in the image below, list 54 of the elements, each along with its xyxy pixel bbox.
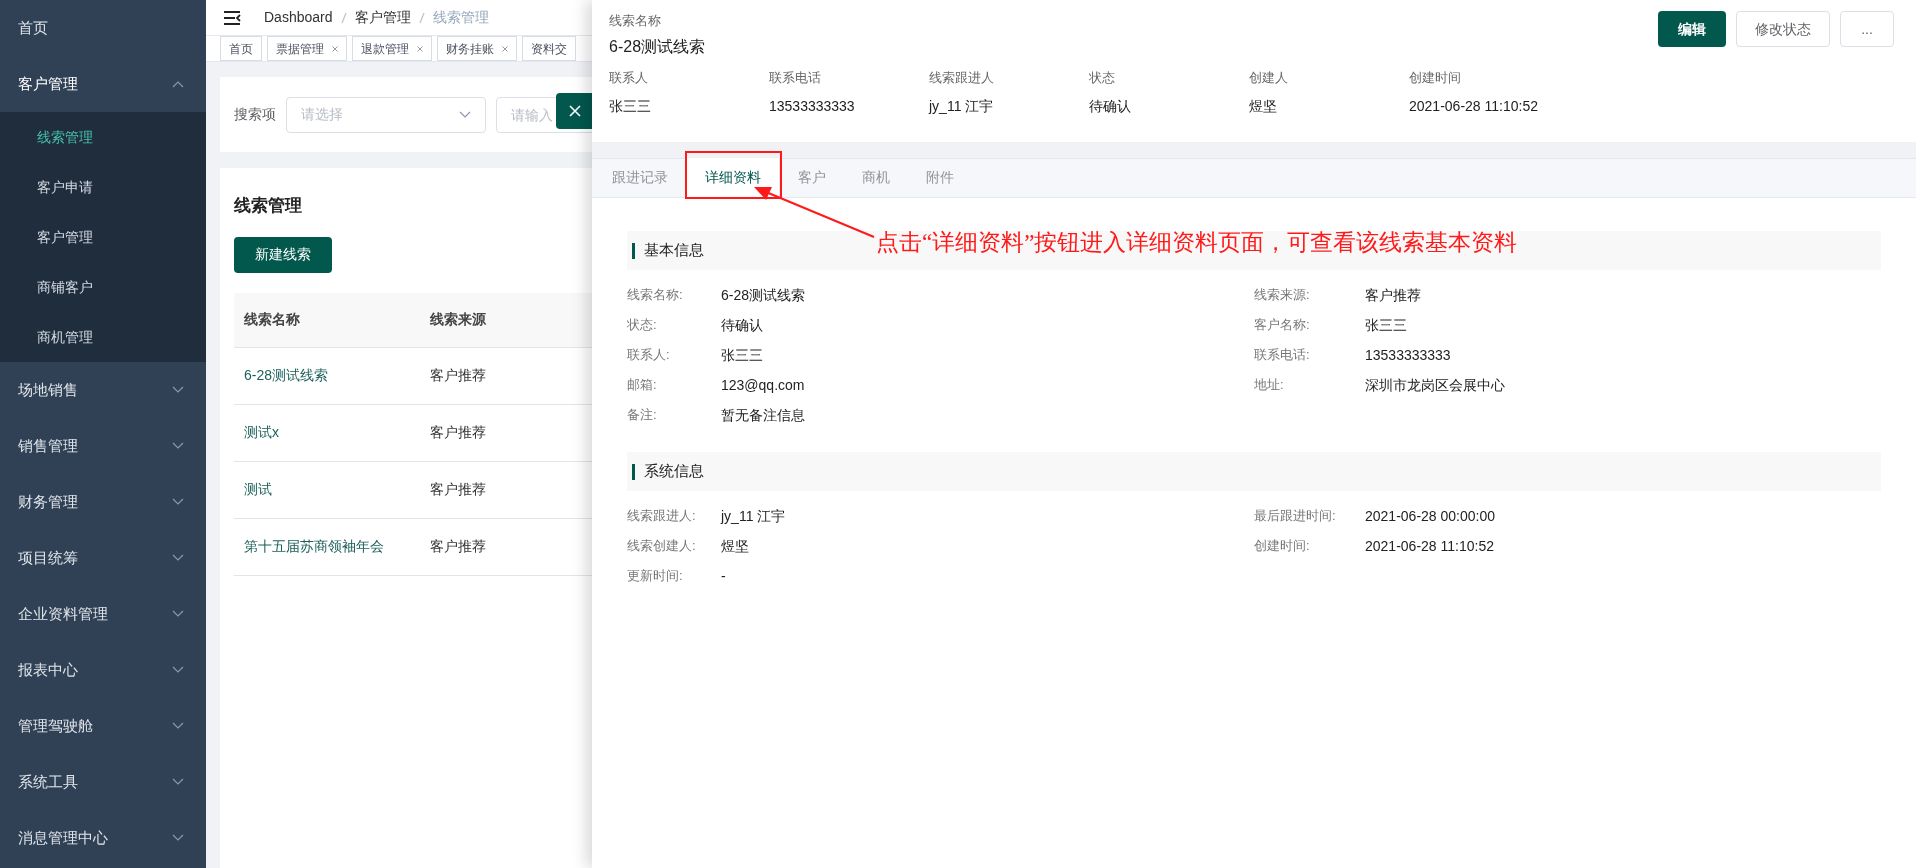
- table-cell-text: 客户推荐: [429, 480, 487, 499]
- summary-label: 创建时间: [1409, 68, 1462, 87]
- field-label: 线索名称:: [627, 286, 684, 305]
- field-value: 2021-06-28 00:00:00: [1365, 506, 1495, 526]
- field-label: 联系电话:: [1254, 346, 1311, 365]
- summary-label: 线索跟进人: [929, 68, 995, 87]
- card-title: 线索管理: [234, 195, 302, 217]
- summary-value: jy_11 江宇: [929, 97, 995, 116]
- field-label: 地址:: [1254, 376, 1285, 395]
- summary-value: 2021-06-28 11:10:52: [1409, 97, 1539, 116]
- field-label: 状态:: [627, 316, 658, 335]
- field-label: 线索来源:: [1254, 286, 1311, 305]
- field-value: jy_11 江宇: [721, 506, 786, 526]
- field-label: 线索创建人:: [627, 537, 697, 556]
- field-value: 张三三: [721, 345, 763, 365]
- summary-value: 煜坚: [1249, 97, 1278, 116]
- drawer-title: 6-28测试线索: [609, 36, 706, 57]
- field-value: 深圳市龙岗区会展中心: [1365, 375, 1505, 395]
- field-label: 客户名称:: [1254, 316, 1311, 335]
- table-cell-text: 客户推荐: [429, 537, 487, 556]
- breadcrumb-item: 线索管理: [432, 8, 489, 27]
- summary-label: 创建人: [1249, 68, 1289, 87]
- field-label: 最后跟进时间:: [1254, 507, 1337, 526]
- field-label: 更新时间:: [627, 567, 684, 586]
- column-header: 线索来源: [429, 310, 487, 329]
- field-value: 煜坚: [721, 536, 749, 556]
- field-label: 线索跟进人:: [627, 507, 697, 526]
- field-value: 张三三: [1365, 315, 1407, 335]
- field-value: 123@qq.com: [721, 375, 805, 395]
- summary-value: 待确认: [1089, 97, 1132, 116]
- summary-label: 状态: [1089, 68, 1116, 87]
- search-label: 搜索项: [234, 105, 276, 124]
- summary-label: 联系人: [609, 68, 649, 87]
- section-title: 基本信息: [644, 240, 704, 261]
- field-label: 备注:: [627, 406, 658, 425]
- section-title: 系统信息: [644, 461, 704, 482]
- field-value: 13533333333: [1365, 345, 1451, 365]
- field-label: 联系人:: [627, 346, 671, 365]
- annotation-text: 点击“详细资料”按钮进入详细资料页面，可查看该线索基本资料: [876, 229, 1518, 257]
- field-label: 邮箱:: [627, 376, 658, 395]
- table-cell-text: 客户推荐: [429, 423, 487, 442]
- field-value: 客户推荐: [1365, 285, 1421, 305]
- table-cell-text: 客户推荐: [429, 366, 487, 385]
- field-value: 6-28测试线索: [721, 285, 806, 305]
- field-value: -: [721, 566, 726, 586]
- field-value: 2021-06-28 11:10:52: [1365, 536, 1494, 556]
- summary-value: 13533333333: [769, 97, 856, 116]
- field-value: 待确认: [721, 315, 763, 335]
- column-header: 线索名称: [243, 310, 301, 329]
- field-value: 暂无备注信息: [721, 405, 805, 425]
- summary-value: 张三三: [609, 97, 652, 116]
- field-label: 创建时间:: [1254, 537, 1311, 556]
- summary-label: 联系电话: [769, 68, 822, 87]
- drawer-label: 线索名称: [609, 12, 661, 30]
